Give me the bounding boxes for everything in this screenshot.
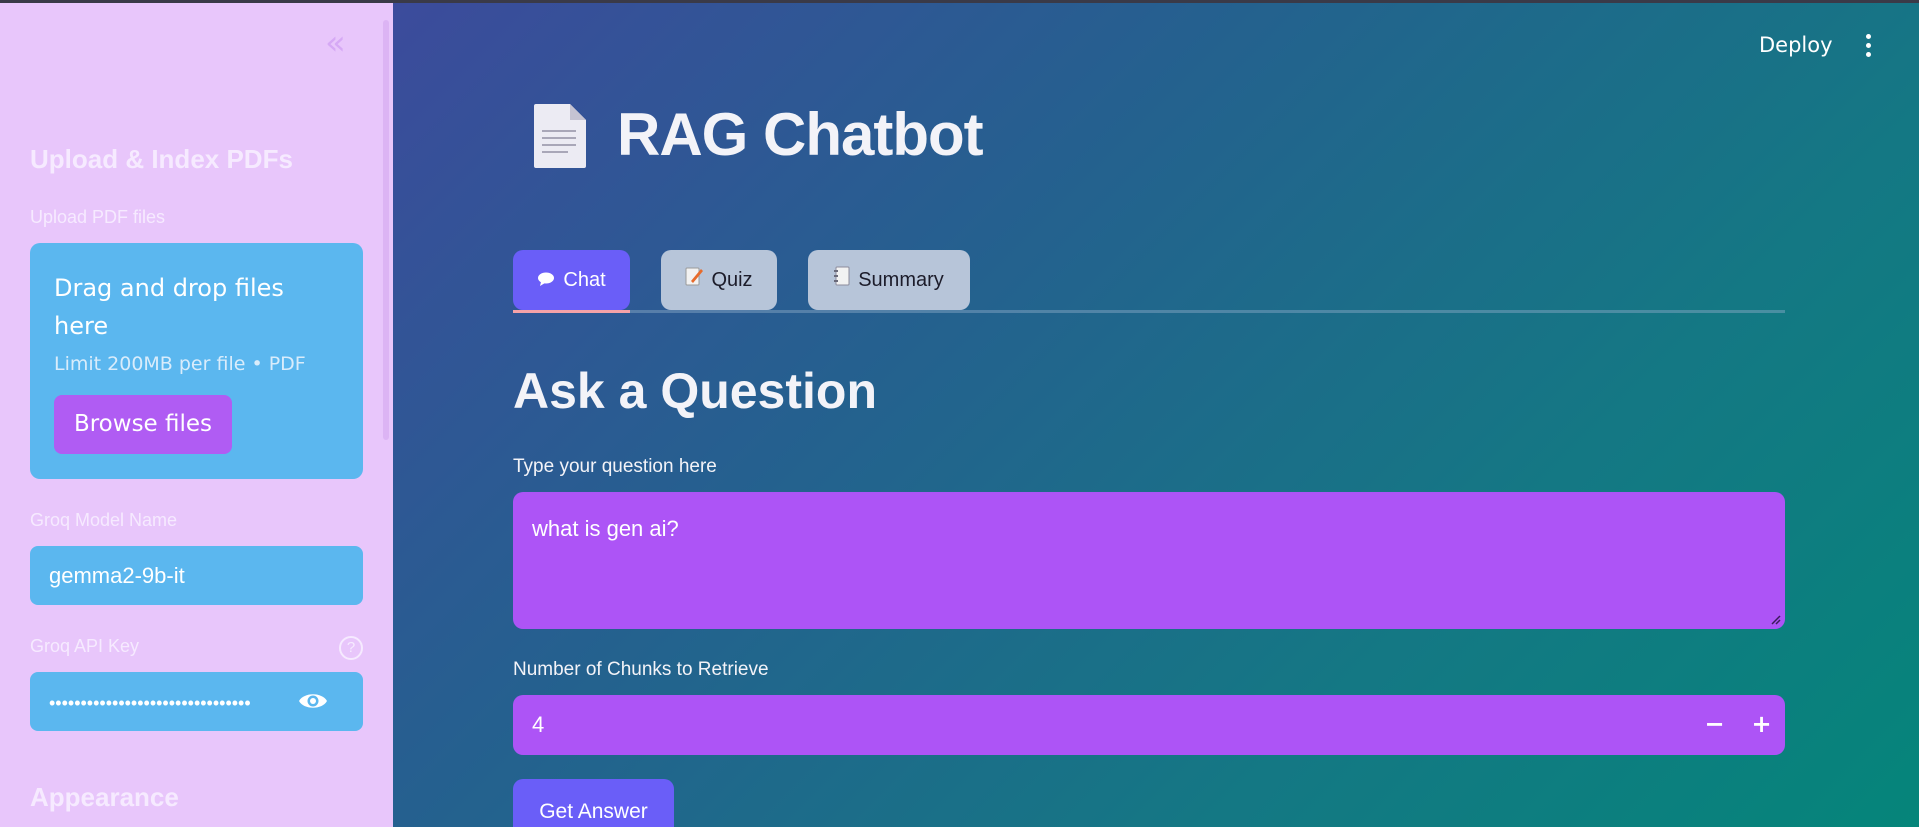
model-name-label: Groq Model Name	[30, 510, 178, 530]
chunks-value: 4	[532, 712, 545, 737]
question-value: what is gen ai?	[532, 516, 679, 541]
tab-quiz-label: Quiz	[711, 269, 753, 291]
chunks-label: Number of Chunks to Retrieve	[513, 659, 769, 680]
more-menu-icon[interactable]	[1863, 34, 1873, 60]
question-textarea[interactable]: what is gen ai?	[513, 492, 1785, 629]
tab-quiz[interactable]: Quiz	[661, 250, 777, 310]
page-title: RAG Chatbot	[617, 101, 984, 168]
model-name-input[interactable]: gemma2-9b-it	[30, 546, 363, 605]
decrement-button[interactable]: −	[1691, 695, 1738, 755]
collapse-sidebar-icon[interactable]: «	[325, 26, 355, 60]
browse-files-button[interactable]: Browse files	[54, 395, 232, 454]
window-top-border	[0, 0, 1919, 3]
speech-bubble-icon	[537, 252, 555, 312]
upload-heading: Upload & Index PDFs	[30, 144, 293, 174]
chunks-number-input[interactable]: 4 − +	[513, 695, 1785, 755]
tab-summary[interactable]: Summary	[808, 250, 970, 310]
main-content: Deploy RAG Chatbot Chat Quiz Summary Ask…	[393, 0, 1919, 827]
help-icon[interactable]: ?	[339, 636, 363, 660]
sidebar: « Upload & Index PDFs Upload PDF files D…	[0, 0, 393, 827]
resize-handle-icon[interactable]	[1769, 613, 1781, 625]
notebook-icon	[834, 252, 850, 312]
tab-chat-label: Chat	[563, 269, 606, 291]
document-icon	[534, 104, 586, 168]
deploy-button[interactable]: Deploy	[1759, 33, 1833, 57]
tab-summary-label: Summary	[858, 269, 944, 291]
question-label: Type your question here	[513, 456, 717, 477]
eye-icon[interactable]	[298, 689, 328, 713]
tab-chat[interactable]: Chat	[513, 250, 630, 310]
section-title: Ask a Question	[513, 363, 877, 419]
get-answer-button[interactable]: Get Answer	[513, 779, 674, 827]
tab-divider	[513, 310, 1785, 313]
dropzone-limit: Limit 200MB per file • PDF	[54, 353, 306, 375]
file-dropzone[interactable]: Drag and drop files here Limit 200MB per…	[30, 243, 363, 479]
appearance-heading: Appearance	[30, 782, 179, 812]
sidebar-scrollbar[interactable]	[383, 20, 389, 440]
active-tab-indicator	[513, 310, 630, 313]
api-key-label: Groq API Key	[30, 636, 140, 656]
dropzone-title: Drag and drop files here	[54, 274, 284, 340]
increment-button[interactable]: +	[1738, 695, 1785, 755]
upload-label: Upload PDF files	[30, 207, 166, 227]
api-key-masked-value: ••••••••••••••••••••••••••••••••	[49, 693, 251, 713]
api-key-input[interactable]: ••••••••••••••••••••••••••••••••	[30, 672, 363, 731]
memo-icon	[685, 252, 704, 312]
